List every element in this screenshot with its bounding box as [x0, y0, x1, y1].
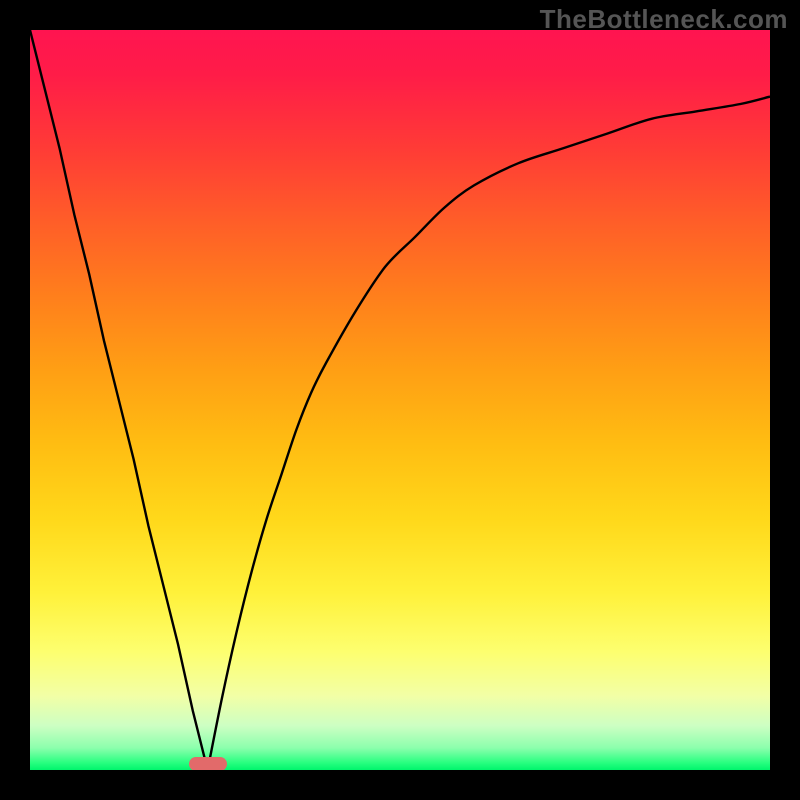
curve-left: [30, 30, 208, 770]
curve-right: [208, 97, 770, 770]
curve-svg: [30, 30, 770, 770]
watermark-text: TheBottleneck.com: [540, 4, 788, 35]
bottleneck-marker: [189, 757, 227, 770]
chart-frame: TheBottleneck.com: [0, 0, 800, 800]
plot-area: [30, 30, 770, 770]
